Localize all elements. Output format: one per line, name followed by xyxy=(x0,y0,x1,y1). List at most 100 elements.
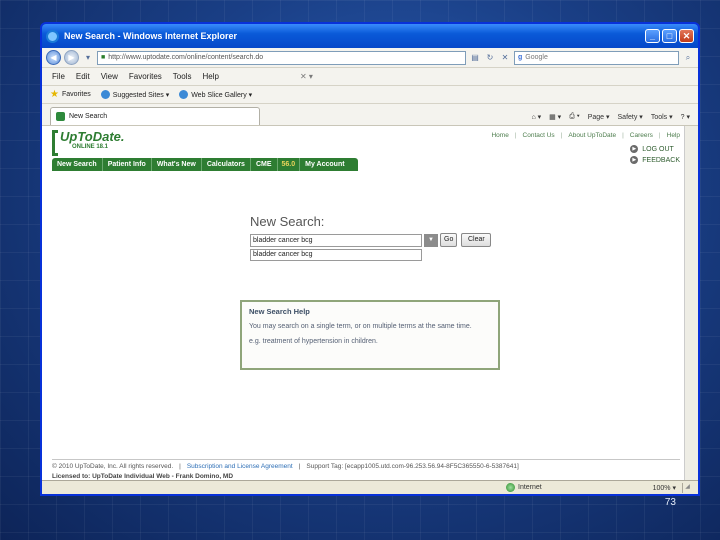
nav-cme[interactable]: CME xyxy=(251,158,278,171)
site-nav: New Search Patient Info What's New Calcu… xyxy=(52,158,358,171)
stop-icon[interactable]: ✕ xyxy=(499,52,511,64)
divider: | xyxy=(179,463,181,470)
menu-help[interactable]: Help xyxy=(202,72,218,81)
maximize-button[interactable]: □ xyxy=(662,29,677,43)
back-button[interactable]: ◀ xyxy=(46,50,61,65)
internet-zone-icon xyxy=(506,483,515,492)
license-agreement-link[interactable]: Subscription and License Agreement xyxy=(187,463,293,470)
uptodate-favicon-icon xyxy=(56,112,65,121)
safety-menu[interactable]: Safety ▾ xyxy=(618,113,643,121)
top-links: Home | Contact Us | About UpToDate | Car… xyxy=(491,132,680,139)
menu-tools[interactable]: Tools xyxy=(173,72,192,81)
browser-chrome: ◀ ▶ ▾ ■ http://www.uptodate.com/online/c… xyxy=(42,48,698,126)
logo-edition: ONLINE 18.1 xyxy=(72,144,109,150)
log-out-link[interactable]: ▶ LOG OUT xyxy=(630,145,680,153)
divider: | xyxy=(514,132,517,139)
menu-edit[interactable]: Edit xyxy=(76,72,90,81)
menu-view[interactable]: View xyxy=(101,72,118,81)
search-title: New Search: xyxy=(250,214,325,229)
home-icon[interactable]: ⌂ ▾ xyxy=(531,113,541,121)
web-slice-gallery-link[interactable]: Web Slice Gallery ▾ xyxy=(179,90,252,99)
autocomplete-suggestion[interactable]: bladder cancer bcg xyxy=(250,249,422,261)
window-title: New Search - Windows Internet Explorer xyxy=(64,31,237,41)
help-icon[interactable]: ? ▾ xyxy=(681,113,690,121)
divider: | xyxy=(298,463,301,470)
recent-pages-icon[interactable]: ▾ xyxy=(82,52,94,64)
uptodate-logo[interactable]: UpToDate. ONLINE 18.1 xyxy=(52,130,125,156)
browser-window: New Search - Windows Internet Explorer _… xyxy=(40,22,700,496)
search-icon[interactable]: ⌕ xyxy=(682,52,694,64)
star-icon: ★ xyxy=(50,89,59,100)
menu-bar: File Edit View Favorites Tools Help ✕ ▾ xyxy=(42,68,698,86)
nav-new-search[interactable]: New Search xyxy=(52,158,103,171)
licensed-to: Licensed to: UpToDate Individual Web - F… xyxy=(52,473,234,480)
menu-file[interactable]: File xyxy=(52,72,65,81)
divider: | xyxy=(658,132,661,139)
suggested-sites-label: Suggested Sites ▾ xyxy=(112,91,170,99)
site-footer: © 2010 UpToDate, Inc. All rights reserve… xyxy=(52,459,680,480)
zone-label: Internet xyxy=(518,484,542,491)
tools-menu[interactable]: Tools ▾ xyxy=(651,113,673,121)
status-bar: Internet 100% ▾ ◢ xyxy=(42,480,698,494)
logo-bracket-icon xyxy=(52,130,58,156)
link-contact-us[interactable]: Contact Us xyxy=(523,132,555,139)
print-icon[interactable]: ⎙ ▾ xyxy=(569,113,580,121)
feedback-link[interactable]: ▶ FEEDBACK xyxy=(630,156,680,164)
page-menu[interactable]: Page ▾ xyxy=(588,113,610,121)
close-button[interactable]: ✕ xyxy=(679,29,694,43)
menu-favorites[interactable]: Favorites xyxy=(129,72,162,81)
favorites-button[interactable]: ★ Favorites xyxy=(50,89,91,100)
help-title: New Search Help xyxy=(249,307,310,316)
help-text: You may search on a single term, or on m… xyxy=(249,323,472,330)
feeds-icon[interactable]: ▦ ▾ xyxy=(549,113,561,121)
nav-calculators[interactable]: Calculators xyxy=(202,158,251,171)
minimize-button[interactable]: _ xyxy=(645,29,660,43)
arrow-right-icon: ▶ xyxy=(630,156,639,164)
link-help[interactable]: Help xyxy=(667,132,680,139)
divider: | xyxy=(622,132,624,139)
search-help-box: New Search Help You may search on a sing… xyxy=(240,300,500,370)
divider: | xyxy=(560,132,563,139)
link-careers[interactable]: Careers xyxy=(630,132,653,139)
nav-whats-new[interactable]: What's New xyxy=(152,158,202,171)
search-placeholder: Google xyxy=(525,54,548,61)
arrow-right-icon: ▶ xyxy=(630,145,639,153)
nav-patient-info[interactable]: Patient Info xyxy=(103,158,152,171)
url-text: http://www.uptodate.com/online/content/s… xyxy=(108,54,264,61)
close-toolbar-icon[interactable]: ✕ ▾ xyxy=(300,72,313,81)
clear-button[interactable]: Clear xyxy=(461,233,492,247)
suggested-sites-link[interactable]: Suggested Sites ▾ xyxy=(100,90,170,99)
compatibility-icon[interactable]: ▤ xyxy=(469,52,481,64)
log-out-label: LOG OUT xyxy=(642,145,674,153)
search-box[interactable]: g Google xyxy=(514,50,679,65)
support-tag: Support Tag: [ecapp1005.utd.com-96.253.5… xyxy=(306,463,519,470)
cme-credit-badge: 56.0 xyxy=(278,158,301,171)
url-input[interactable]: ■ http://www.uptodate.com/online/content… xyxy=(97,50,466,65)
tab-new-search[interactable]: New Search xyxy=(50,107,260,125)
ie-site-icon xyxy=(179,90,189,99)
search-row: bladder cancer bcg ▼ Go Clear xyxy=(250,233,492,247)
search-dropdown-button[interactable]: ▼ xyxy=(424,233,438,247)
page-favicon-icon: ■ xyxy=(101,54,106,61)
forward-button[interactable]: ▶ xyxy=(64,50,79,65)
account-links: ▶ LOG OUT ▶ FEEDBACK xyxy=(630,145,680,164)
search-input[interactable]: bladder cancer bcg xyxy=(250,233,422,247)
go-button[interactable]: Go xyxy=(440,233,458,247)
tab-label: New Search xyxy=(69,113,108,120)
search-panel: New Search: bladder cancer bcg ▼ Go Clea… xyxy=(250,214,492,261)
favorites-label: Favorites xyxy=(61,91,91,98)
resize-grip-icon[interactable]: ◢ xyxy=(682,482,692,493)
zoom-level[interactable]: 100% ▾ xyxy=(653,484,676,492)
slide-number: 73 xyxy=(664,497,676,508)
nav-my-account[interactable]: My Account xyxy=(300,158,349,171)
title-bar: New Search - Windows Internet Explorer _… xyxy=(42,24,698,48)
logo-wordmark: UpToDate. xyxy=(60,129,125,144)
link-about[interactable]: About UpToDate xyxy=(568,132,616,139)
vertical-scrollbar[interactable] xyxy=(684,126,698,486)
refresh-icon[interactable]: ↻ xyxy=(484,52,496,64)
tab-row: New Search ⌂ ▾ ▦ ▾ ⎙ ▾ Page ▾ Safety ▾ T… xyxy=(42,104,698,126)
google-icon: g xyxy=(518,54,523,61)
address-bar: ◀ ▶ ▾ ■ http://www.uptodate.com/online/c… xyxy=(42,48,698,68)
link-home[interactable]: Home xyxy=(491,132,508,139)
site-header: UpToDate. ONLINE 18.1 Home | Contact Us … xyxy=(42,126,698,172)
